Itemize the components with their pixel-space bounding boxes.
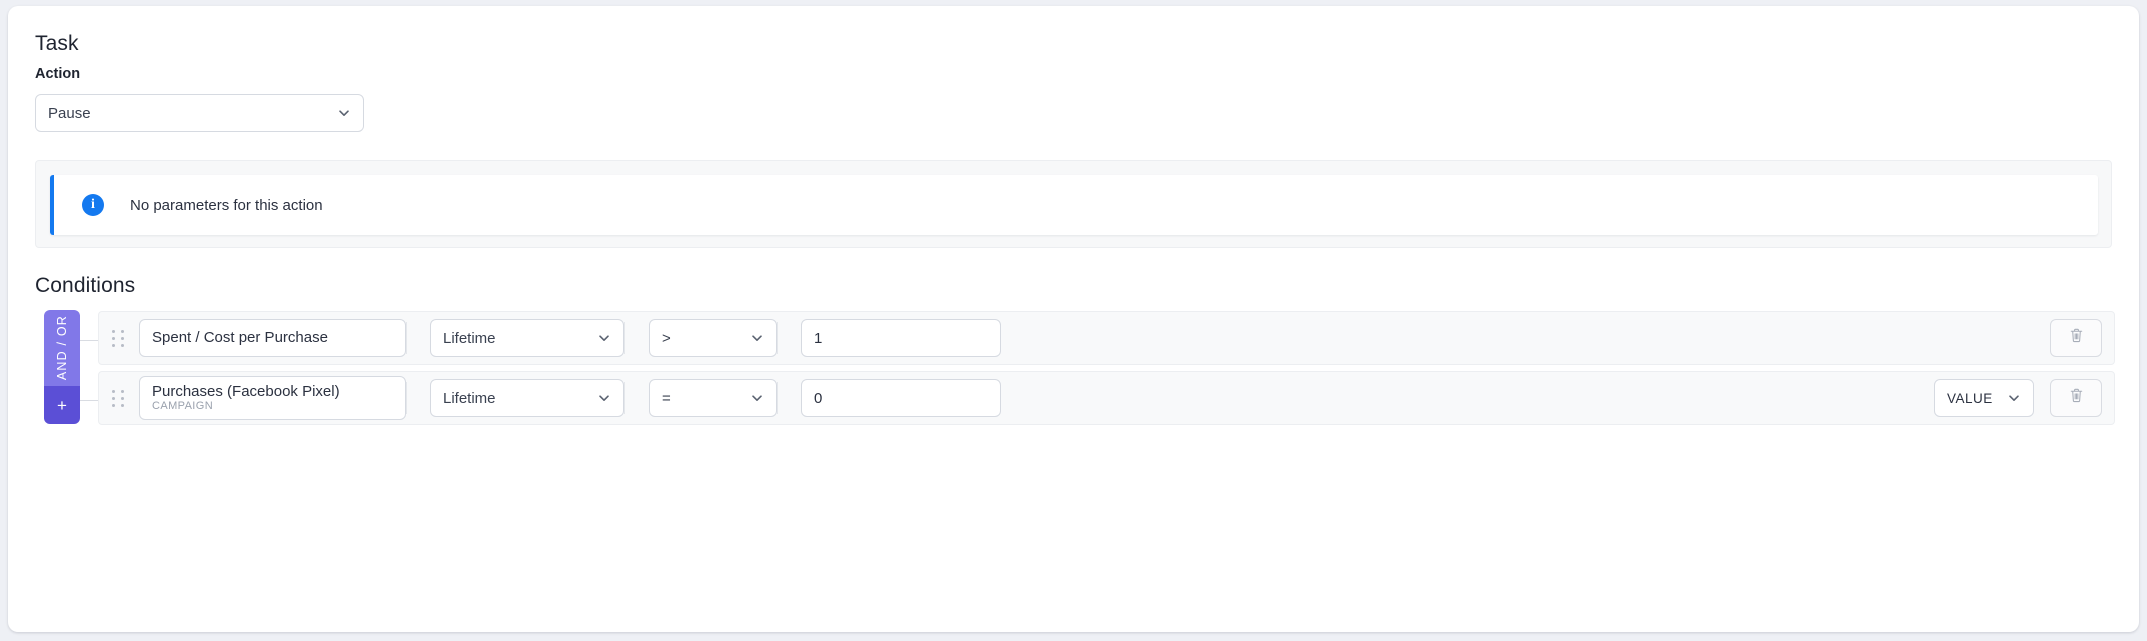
trash-icon: [2067, 326, 2086, 350]
conditions-heading: Conditions: [35, 274, 136, 297]
operator-select[interactable]: =: [649, 379, 777, 417]
action-parameters-panel: i No parameters for this action: [35, 160, 2112, 248]
value-cell: 0: [777, 372, 1001, 424]
metric-cell: Purchases (Facebook Pixel) CAMPAIGN: [137, 372, 406, 424]
operator-select[interactable]: >: [649, 319, 777, 357]
task-heading: Task: [35, 32, 79, 55]
task-editor-card: Task Action Pause i No parameters for th…: [8, 6, 2139, 632]
chevron-down-icon: [750, 331, 764, 345]
add-condition-button[interactable]: +: [44, 386, 80, 424]
no-parameters-alert: i No parameters for this action: [50, 175, 2098, 235]
drag-handle[interactable]: [99, 312, 137, 364]
action-select[interactable]: Pause: [35, 94, 364, 132]
metric-field[interactable]: Spent / Cost per Purchase: [139, 319, 406, 357]
row-spacer: [1001, 312, 2050, 364]
no-parameters-message: No parameters for this action: [130, 196, 323, 214]
metric-cell: Spent / Cost per Purchase: [137, 312, 406, 364]
condition-row: Purchases (Facebook Pixel) CAMPAIGN Life…: [98, 371, 2115, 425]
value-text: 0: [814, 389, 823, 407]
delete-condition-button[interactable]: [2050, 319, 2102, 357]
metric-field[interactable]: Purchases (Facebook Pixel) CAMPAIGN: [139, 376, 406, 420]
action-select-value: Pause: [48, 104, 91, 122]
delete-condition-button[interactable]: [2050, 379, 2102, 417]
window-cell: Lifetime: [406, 372, 624, 424]
time-window-select[interactable]: Lifetime: [430, 319, 624, 357]
connector-line: [80, 400, 98, 401]
and-or-label: AND / OR: [55, 315, 69, 381]
value-type-select[interactable]: VALUE: [1934, 379, 2034, 417]
value-input[interactable]: 1: [801, 319, 1001, 357]
operator-value: =: [662, 389, 671, 407]
trash-icon: [2067, 386, 2086, 410]
connector-line: [80, 340, 98, 341]
window-cell: Lifetime: [406, 312, 624, 364]
metric-name: Purchases (Facebook Pixel): [152, 383, 340, 401]
logic-rail: AND / OR +: [44, 310, 80, 424]
chevron-down-icon: [750, 391, 764, 405]
chevron-down-icon: [597, 391, 611, 405]
value-type-value: VALUE: [1947, 390, 1993, 406]
value-input[interactable]: 0: [801, 379, 1001, 417]
value-text: 1: [814, 329, 823, 347]
drag-dots-icon: [112, 389, 124, 407]
and-or-toggle[interactable]: AND / OR: [44, 310, 80, 386]
operator-cell: >: [624, 312, 777, 364]
operator-cell: =: [624, 372, 777, 424]
metric-scope: CAMPAIGN: [152, 400, 214, 413]
drag-dots-icon: [112, 329, 124, 347]
action-field-label: Action: [35, 66, 81, 82]
chevron-down-icon: [2007, 391, 2021, 405]
row-spacer: [1001, 372, 1934, 424]
operator-value: >: [662, 329, 671, 347]
metric-name: Spent / Cost per Purchase: [152, 329, 328, 347]
time-window-value: Lifetime: [443, 389, 496, 407]
time-window-value: Lifetime: [443, 329, 496, 347]
chevron-down-icon: [337, 106, 351, 120]
condition-row: Spent / Cost per Purchase Lifetime > 1: [98, 311, 2115, 365]
info-icon: i: [82, 194, 104, 216]
chevron-down-icon: [597, 331, 611, 345]
conditions-list: AND / OR + Spent / Cost per Purchase Lif…: [35, 308, 2115, 426]
value-cell: 1: [777, 312, 1001, 364]
drag-handle[interactable]: [99, 372, 137, 424]
time-window-select[interactable]: Lifetime: [430, 379, 624, 417]
